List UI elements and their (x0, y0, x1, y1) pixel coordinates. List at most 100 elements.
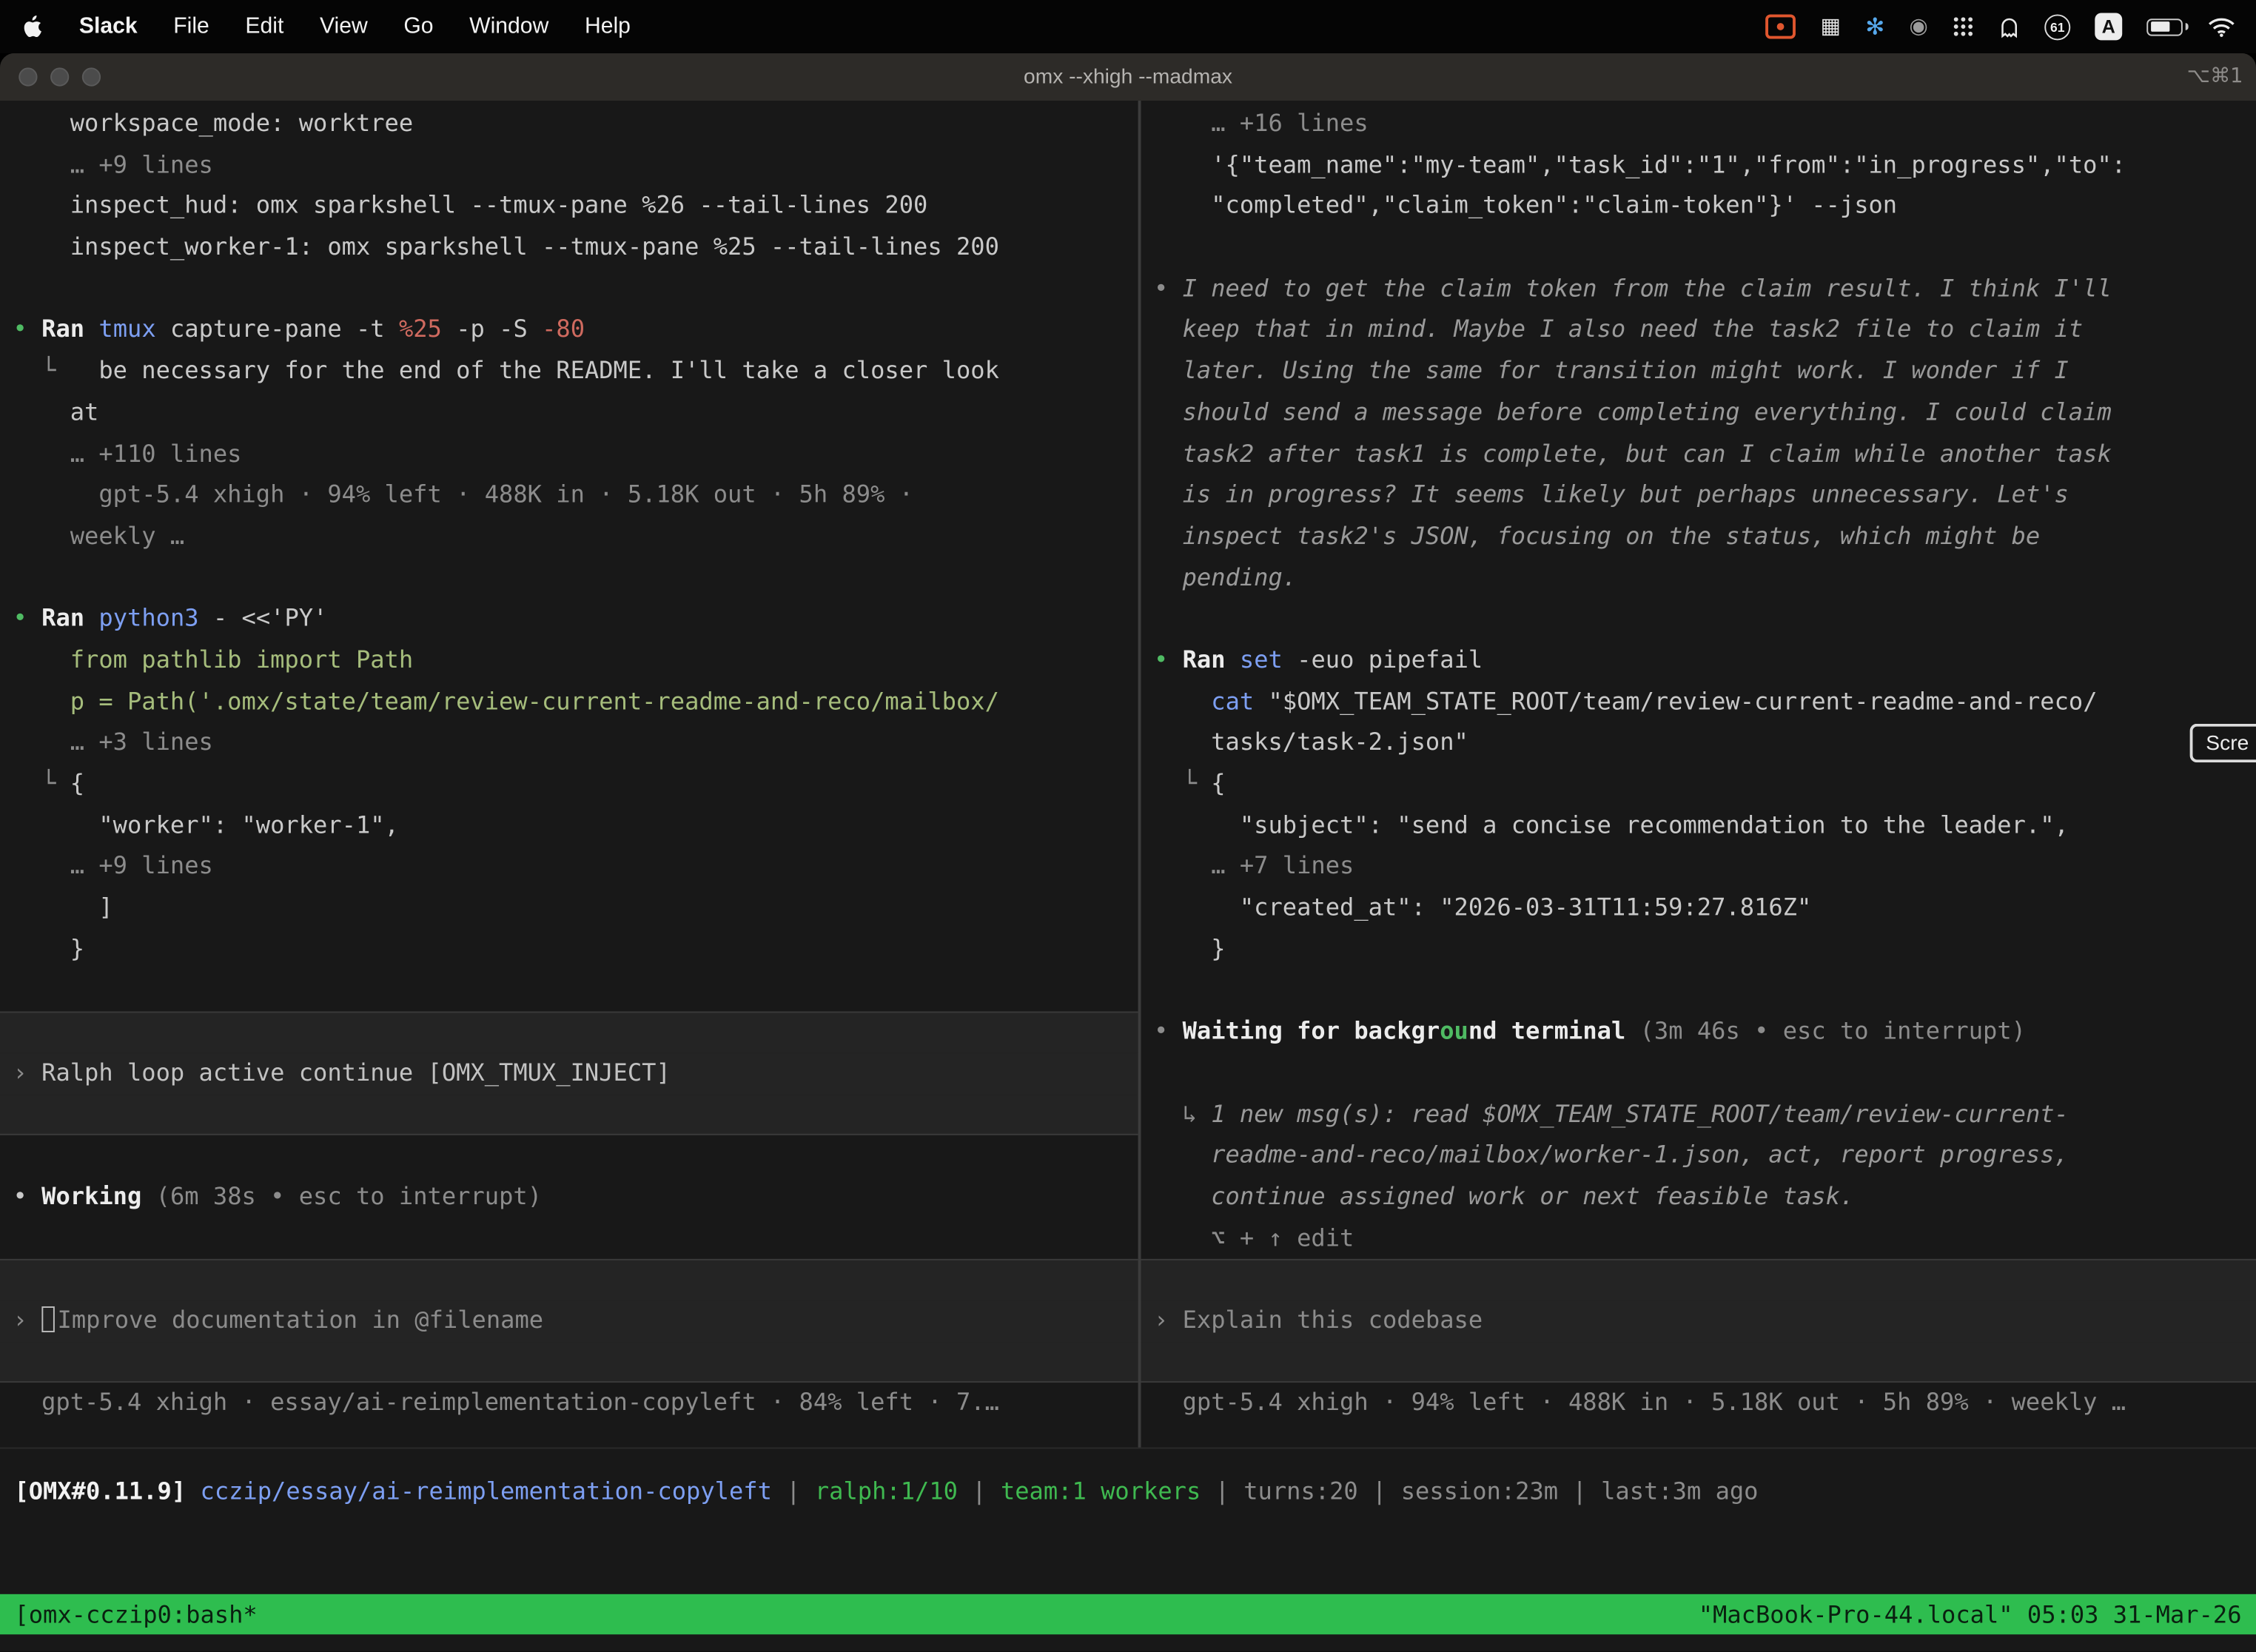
text-segment: - <<'PY' (213, 605, 328, 632)
text-segment: Ran (41, 316, 98, 343)
text-segment: ou (1440, 1018, 1468, 1045)
model-status-line: gpt-5.4 xhigh · essay/ai-reimplementatio… (0, 1383, 1138, 1425)
tmux-pane-right[interactable]: … +16 lines '{"team_name":"my-team","tas… (1141, 101, 2256, 1447)
prompt-input-row[interactable]: › Explain this codebase (1141, 1300, 2256, 1342)
window-titlebar[interactable]: omx --xhigh --madmax ⌥⌘1 (0, 53, 2256, 101)
terminal-line: should send a message before completing … (1141, 392, 2256, 434)
terminal-line (1141, 1053, 2256, 1095)
terminal-line: } (1141, 929, 2256, 970)
text-segment: pending. (1154, 563, 1297, 591)
text-segment: python3 (98, 605, 213, 632)
tooltip-text: Scre (2206, 731, 2249, 754)
menu-view[interactable]: View (320, 13, 368, 39)
terminal-line: "completed","claim_token":"claim-token"}… (1141, 186, 2256, 227)
text-segment: -80 (542, 316, 585, 343)
text-segment: from pathlib import Path (13, 646, 413, 674)
input-source-icon[interactable]: A (2095, 13, 2122, 40)
text-segment: gpt-5.4 xhigh · 94% left · 488K in · 5.1… (13, 481, 913, 508)
terminal-line: inspect_hud: omx sparkshell --tmux-pane … (0, 186, 1138, 227)
text-segment: turns:20 (1243, 1477, 1358, 1505)
terminal-line: • Ran set -euo pipefail (1141, 640, 2256, 682)
text-segment: | (772, 1477, 815, 1505)
zoom-button[interactable] (82, 67, 101, 86)
close-button[interactable] (19, 67, 37, 86)
text-segment: ⌥ + ↑ edit (1154, 1223, 1354, 1251)
menu-help[interactable]: Help (585, 13, 631, 39)
menu-window[interactable]: Window (469, 13, 548, 39)
terminal-line: keep that in mind. Maybe I also need the… (1141, 310, 2256, 352)
text-segment: inspect_worker-1: omx sparkshell --tmux-… (13, 233, 998, 261)
tmux-pane-left[interactable]: workspace_mode: worktree … +9 lines insp… (0, 101, 1138, 1447)
terminal-line: from pathlib import Path (0, 640, 1138, 682)
text-segment: … +110 lines (13, 440, 241, 467)
terminal-line (0, 1094, 1138, 1135)
text-segment: inspect task2's JSON, focusing on the st… (1154, 522, 2040, 549)
text-segment: … +16 lines (1154, 110, 1369, 137)
terminal-line: cat "$OMX_TEAM_STATE_ROOT/team/review-cu… (1141, 682, 2256, 723)
macos-menu-bar: Slack File Edit View Go Window Help ▦ ✻ … (0, 0, 2256, 53)
text-segment: workspace_mode: worktree (13, 110, 413, 137)
queued-prompt-row[interactable]: › Ralph loop active continue [OMX_TMUX_I… (0, 1053, 1138, 1095)
menu-edit[interactable]: Edit (245, 13, 283, 39)
text-segment: session:23m (1401, 1477, 1558, 1505)
apple-menu-icon[interactable] (23, 14, 43, 38)
terminal-line: "worker": "worker-1", (0, 805, 1138, 847)
terminal-line: weekly … (0, 517, 1138, 558)
text-segment: at (13, 398, 98, 426)
working-status: • Working (6m 38s • esc to interrupt) (0, 1177, 1138, 1218)
text-segment: • (1154, 646, 1183, 674)
terminal-line: later. Using the same for transition mig… (1141, 352, 2256, 393)
count-badge[interactable]: 61 (2044, 13, 2070, 39)
text-segment: } (13, 935, 84, 962)
tmux-status-bar: [omx-cczip0:bash* "MacBook-Pro-44.local"… (0, 1594, 2256, 1634)
text-segment: later. Using the same for transition mig… (1154, 357, 2069, 384)
terminal-line: ↳ 1 new msg(s): read $OMX_TEAM_STATE_ROO… (1141, 1094, 2256, 1135)
text-segment: › (13, 1306, 41, 1334)
text-segment: task2 after task1 is complete, but can I… (1154, 440, 2112, 467)
text-segment: %25 (399, 316, 456, 343)
terminal-line: └ { (1141, 764, 2256, 805)
omx-status-line: [OMX#0.11.9] cczip/essay/ai-reimplementa… (0, 1471, 2256, 1512)
swirl-icon[interactable]: ◉ (1909, 16, 1927, 37)
menu-go[interactable]: Go (403, 13, 433, 39)
text-segment: -euo pipefail (1297, 646, 1483, 674)
terminal-line (0, 1135, 1138, 1177)
terminal-line (0, 1259, 1138, 1300)
text-segment: should send a message before completing … (1154, 398, 2112, 426)
terminal-line: continue assigned work or next feasible … (1141, 1177, 2256, 1218)
minimize-button[interactable] (50, 67, 69, 86)
ghost-icon[interactable] (1998, 15, 2020, 38)
text-segment: | (1201, 1477, 1243, 1505)
pinwheel-icon[interactable]: ✻ (1865, 15, 1884, 38)
text-segment: p = Path('.omx/state/team/review-current… (13, 687, 998, 714)
text-segment: | (958, 1477, 1001, 1505)
text-segment: "created_at": "2026-03-31T11:59:27.816Z" (1154, 893, 1811, 921)
terminal-line: readme-and-reco/mailbox/worker-1.json, a… (1141, 1135, 2256, 1177)
text-segment: is in progress? It seems likely but perh… (1154, 481, 2069, 508)
text-segment: "worker": "worker-1", (13, 811, 398, 839)
text-segment: 1 new msg(s): read $OMX_TEAM_STATE_ROOT/… (1211, 1100, 2069, 1127)
text-segment: Ralph loop active continue [OMX_TMUX_INJ… (41, 1058, 671, 1086)
terminal-line: inspect_worker-1: omx sparkshell --tmux-… (0, 227, 1138, 269)
terminal-line: … +9 lines (0, 847, 1138, 888)
grid-icon[interactable]: ▦ (1821, 16, 1842, 37)
terminal-line (0, 269, 1138, 310)
terminal-line: p = Path('.omx/state/team/review-current… (0, 682, 1138, 723)
dots-grid-icon[interactable] (1953, 16, 1974, 37)
screen: Slack File Edit View Go Window Help ▦ ✻ … (0, 0, 2256, 1652)
text-segment: continue assigned work or next feasible … (1154, 1183, 1854, 1210)
wifi-icon[interactable] (2207, 16, 2236, 37)
text-segment: "$OMX_TEAM_STATE_ROOT/team/review-curren… (1269, 687, 2098, 714)
text-segment: Improve documentation in @filename (58, 1306, 544, 1334)
prompt-input-row[interactable]: › Improve documentation in @filename (0, 1300, 1138, 1342)
terminal-line: '{"team_name":"my-team","task_id":"1","f… (1141, 145, 2256, 187)
text-segment: └ (13, 357, 98, 384)
text-segment: '{"team_name":"my-team","task_id":"1","f… (1154, 150, 2126, 178)
terminal-line: workspace_mode: worktree (0, 104, 1138, 145)
screen-recording-indicator-icon[interactable] (1766, 14, 1796, 38)
text-segment: › (13, 1058, 41, 1086)
menu-file[interactable]: File (173, 13, 209, 39)
battery-icon[interactable] (2146, 18, 2183, 35)
menu-app-name[interactable]: Slack (79, 13, 138, 39)
terminal-line (0, 970, 1138, 1012)
